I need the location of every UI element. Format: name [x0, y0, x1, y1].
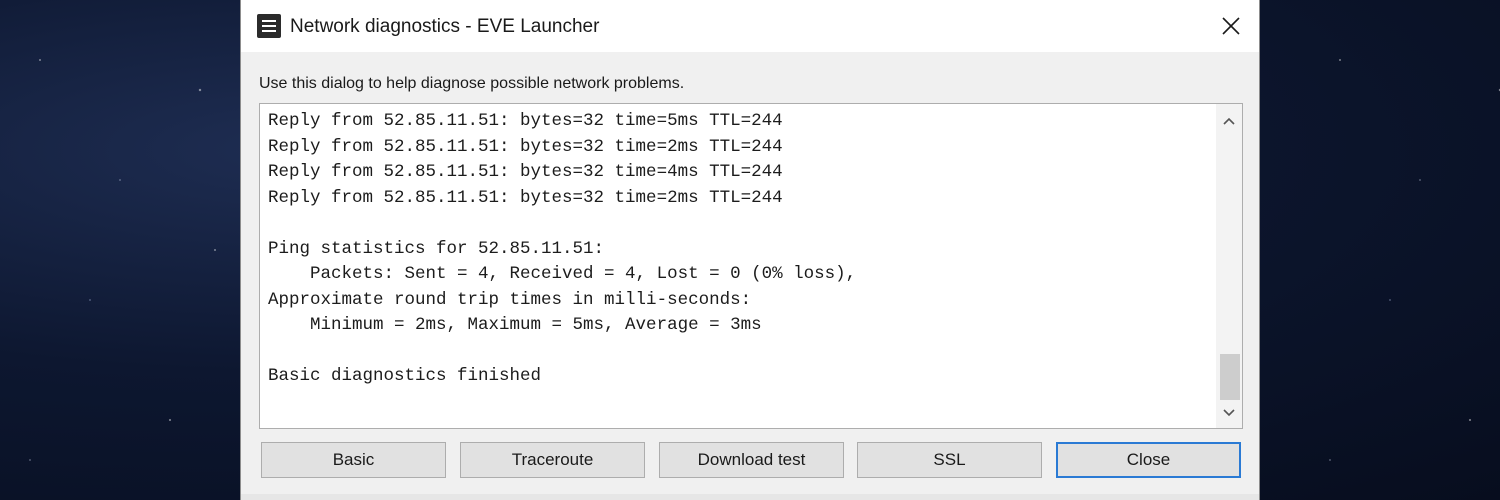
dialog-description: Use this dialog to help diagnose possibl… [259, 75, 685, 92]
output-line: Reply from 52.85.11.51: bytes=32 time=2m… [268, 136, 783, 157]
output-line: Ping statistics for 52.85.11.51: [268, 238, 605, 259]
scroll-up-arrow-icon[interactable] [1216, 108, 1242, 134]
dialog-bottom-edge [241, 494, 1259, 500]
window-title: Network diagnostics - EVE Launcher [290, 16, 600, 37]
ssl-button[interactable]: SSL [857, 442, 1042, 478]
button-row: Basic Traceroute Download test SSL Close [261, 442, 1241, 478]
close-button[interactable]: Close [1056, 442, 1241, 478]
title-bar[interactable]: Network diagnostics - EVE Launcher [241, 0, 1259, 52]
network-diagnostics-dialog: Network diagnostics - EVE Launcher Use t… [240, 0, 1260, 500]
output-line: Reply from 52.85.11.51: bytes=32 time=4m… [268, 162, 783, 182]
vertical-scrollbar[interactable] [1216, 104, 1242, 428]
download-test-button[interactable]: Download test [659, 442, 844, 478]
output-line: Minimum = 2ms, Maximum = 5ms, Average = … [268, 315, 762, 335]
close-icon[interactable] [1215, 10, 1247, 42]
output-line: Reply from 52.85.11.51: bytes=32 time=5m… [268, 111, 783, 131]
traceroute-button[interactable]: Traceroute [460, 442, 645, 478]
output-line: Approximate round trip times in milli-se… [268, 289, 752, 310]
output-line: Packets: Sent = 4, Received = 4, Lost = … [268, 264, 857, 284]
diagnostics-output[interactable]: Reply from 52.85.11.51: bytes=32 time=5m… [259, 103, 1243, 429]
scrollbar-thumb[interactable] [1220, 354, 1240, 400]
scroll-down-arrow-icon[interactable] [1216, 400, 1242, 426]
output-line: Basic diagnostics finished [268, 366, 542, 386]
diagnostics-output-text: Reply from 52.85.11.51: bytes=32 time=5m… [268, 109, 1208, 390]
basic-button[interactable]: Basic [261, 442, 446, 478]
app-menu-icon[interactable] [257, 14, 281, 38]
output-line: Reply from 52.85.11.51: bytes=32 time=2m… [268, 187, 783, 208]
